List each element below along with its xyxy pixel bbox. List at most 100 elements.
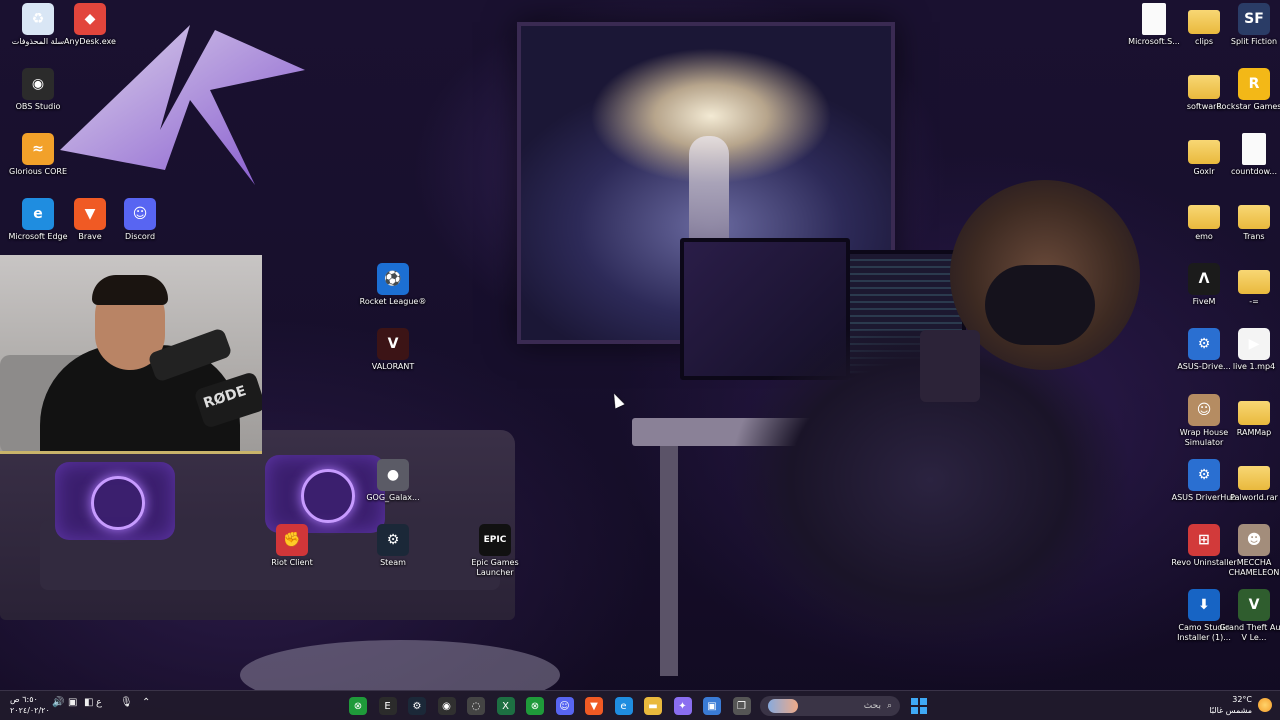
- wallpaper-mug: [920, 330, 980, 402]
- taskbar-clock[interactable]: ٦:٥٠ ص ٢٠٢٤/٠٢/٢٠: [10, 694, 50, 716]
- xbox-icon: ⊗: [526, 697, 544, 715]
- windows-icon: [911, 698, 927, 714]
- mouse-cursor-icon: [609, 391, 625, 409]
- folder-icon: [1238, 263, 1270, 295]
- edge-icon: e: [22, 198, 54, 230]
- rockstar-icon: R: [1238, 68, 1270, 100]
- volume-icon[interactable]: 🔊: [52, 697, 64, 708]
- store-icon: ▣: [703, 697, 721, 715]
- nzxt-icon: ◌: [467, 697, 485, 715]
- desktop-icon-live-mp4[interactable]: ▶ live 1.mp4: [1216, 328, 1280, 372]
- edge-taskbar[interactable]: e: [613, 696, 635, 716]
- desktop-icon-rammap[interactable]: RAMMap: [1216, 394, 1280, 438]
- taskbar: ٦:٥٠ ص ٢٠٢٤/٠٢/٢٠ 🔊 ▣ ◧ ع 🎙 ⌃ ⊗ E ⚙ ◉ ◌ X ⊗ ☺ ▼ e…: [0, 690, 1280, 720]
- task-view-icon: ❐: [732, 697, 751, 715]
- desktop-icon-palworld[interactable]: Palworld.rar: [1216, 459, 1280, 503]
- obs-icon: ◉: [437, 697, 456, 715]
- desktop-icon-steam[interactable]: ⚙ Steam: [355, 524, 431, 568]
- epic-games-icon: EPIC: [479, 524, 511, 556]
- wallpaper-gas-mask: [985, 265, 1095, 345]
- desktop-icon-split-fiction[interactable]: SF Split Fiction: [1216, 3, 1280, 47]
- document-icon: [1238, 133, 1270, 165]
- desktop-icon-riot-client[interactable]: ✊ Riot Client: [254, 524, 330, 568]
- gta-v-icon: V: [1238, 589, 1270, 621]
- desktop: ♻ سلة المحذوفات ◆ AnyDesk.exe ◉ OBS Studio ≈ Gl…: [0, 0, 1280, 690]
- clock-time: ٦:٥٠ ص: [10, 695, 38, 704]
- webcam-overlay: RØDE: [0, 255, 262, 454]
- desktop-icon-label: AnyDesk.exe: [64, 37, 116, 46]
- ak-logo: [60, 25, 305, 185]
- desktop-icon-label: Split Fiction: [1230, 37, 1278, 46]
- language-indicator[interactable]: ع: [96, 697, 102, 708]
- steam-icon: ⚙: [377, 524, 409, 556]
- start-button[interactable]: [908, 696, 930, 716]
- brave-taskbar[interactable]: ▼: [583, 696, 605, 716]
- xbox-taskbar-2[interactable]: ⊗: [524, 696, 546, 716]
- desktop-icon-label: Rocket League®: [359, 297, 427, 306]
- discord-icon: ☺: [124, 198, 156, 230]
- epic-taskbar[interactable]: E: [377, 696, 399, 716]
- desktop-icon-label: Grand Theft Auto V Le...: [1219, 623, 1280, 642]
- desktop-icon-label: Epic Games Launcher: [471, 558, 519, 577]
- desktop-icon-label: countdow...: [1231, 167, 1277, 176]
- search-highlight-icon: [768, 699, 798, 713]
- desktop-icon-label: Steam: [380, 558, 406, 567]
- nzxt-taskbar[interactable]: ◌: [465, 696, 487, 716]
- folder-icon: [1238, 198, 1270, 230]
- chevron-up-icon[interactable]: ⌃: [142, 697, 150, 708]
- copilot-taskbar[interactable]: ✦: [672, 696, 694, 716]
- desktop-icon-label: Glorious CORE: [9, 167, 67, 176]
- desktop-icon-valorant[interactable]: V VALORANT: [355, 328, 431, 372]
- store-taskbar[interactable]: ▣: [701, 696, 723, 716]
- search-placeholder: بحث: [863, 701, 881, 711]
- clock-date: ٢٠٢٤/٠٢/٢٠: [10, 706, 50, 715]
- gog-galaxy-icon: ●: [377, 459, 409, 491]
- anydesk-icon: ◆: [74, 3, 106, 35]
- desktop-icon-obs-studio[interactable]: ◉ OBS Studio: [0, 68, 76, 112]
- task-view-taskbar[interactable]: ❐: [731, 696, 753, 716]
- excel-icon: X: [496, 697, 515, 715]
- desktop-icon-label: Trans: [1243, 232, 1265, 241]
- desktop-icon-anydesk[interactable]: ◆ AnyDesk.exe: [52, 3, 128, 47]
- rocket-league-icon: ⚽: [377, 263, 409, 295]
- desktop-icon-label: Riot Client: [271, 558, 313, 567]
- desktop-icon-label: RAMMap: [1236, 428, 1272, 437]
- split-fiction-icon: SF: [1238, 3, 1270, 35]
- microphone-icon[interactable]: 🎙: [120, 697, 133, 708]
- xbox-icon: ⊗: [349, 697, 367, 715]
- notification-icon[interactable]: ◧: [84, 697, 93, 708]
- desktop-icon-rockstar[interactable]: R Rockstar Games ...: [1216, 68, 1280, 112]
- weather-desc: مشمس غالبًا: [1209, 706, 1252, 715]
- desktop-icon-glorious-core[interactable]: ≈ Glorious CORE: [0, 133, 76, 177]
- network-icon[interactable]: ▣: [68, 697, 77, 708]
- folder-icon: [1238, 394, 1270, 426]
- steam-taskbar[interactable]: ⚙: [406, 696, 428, 716]
- obs-taskbar[interactable]: ◉: [436, 696, 458, 716]
- discord-taskbar[interactable]: ☺: [554, 696, 576, 716]
- desktop-icon-gta-v[interactable]: V Grand Theft Auto V Le...: [1216, 589, 1280, 643]
- desktop-icon-countdown[interactable]: countdow...: [1216, 133, 1280, 177]
- wallpaper-rug: [240, 640, 560, 690]
- desktop-icon-rocket-league[interactable]: ⚽ Rocket League®: [355, 263, 431, 307]
- desktop-icon-epic-games[interactable]: EPIC Epic Games Launcher: [457, 524, 533, 578]
- search-box[interactable]: بحث ⌕: [760, 696, 900, 716]
- search-icon: ⌕: [886, 701, 892, 711]
- desktop-icon-dash-folder[interactable]: -=: [1216, 263, 1280, 307]
- weather-widget[interactable]: 32°C مشمس غالبًا: [1209, 694, 1272, 716]
- brave-icon: ▼: [585, 697, 603, 715]
- archive-folder-icon: [1238, 459, 1270, 491]
- desktop-icon-label: Rockstar Games ...: [1216, 102, 1280, 111]
- excel-taskbar[interactable]: X: [495, 696, 517, 716]
- desktop-icon-trans[interactable]: Trans: [1216, 198, 1280, 242]
- desktop-icon-meccha[interactable]: ☻ MECCHA CHAMELEON: [1216, 524, 1280, 578]
- desktop-icon-discord[interactable]: ☺ Discord: [102, 198, 178, 242]
- desktop-icon-label: live 1.mp4: [1232, 362, 1276, 371]
- desktop-icon-gog-galaxy[interactable]: ● GOG_Galax...: [355, 459, 431, 503]
- obs-icon: ◉: [22, 68, 54, 100]
- file-explorer-taskbar[interactable]: ▬: [642, 696, 664, 716]
- meccha-icon: ☻: [1238, 524, 1270, 556]
- xbox-app[interactable]: ⊗: [347, 696, 369, 716]
- edge-icon: e: [614, 697, 633, 715]
- desktop-icon-label: VALORANT: [371, 362, 415, 371]
- steam-icon: ⚙: [408, 697, 426, 715]
